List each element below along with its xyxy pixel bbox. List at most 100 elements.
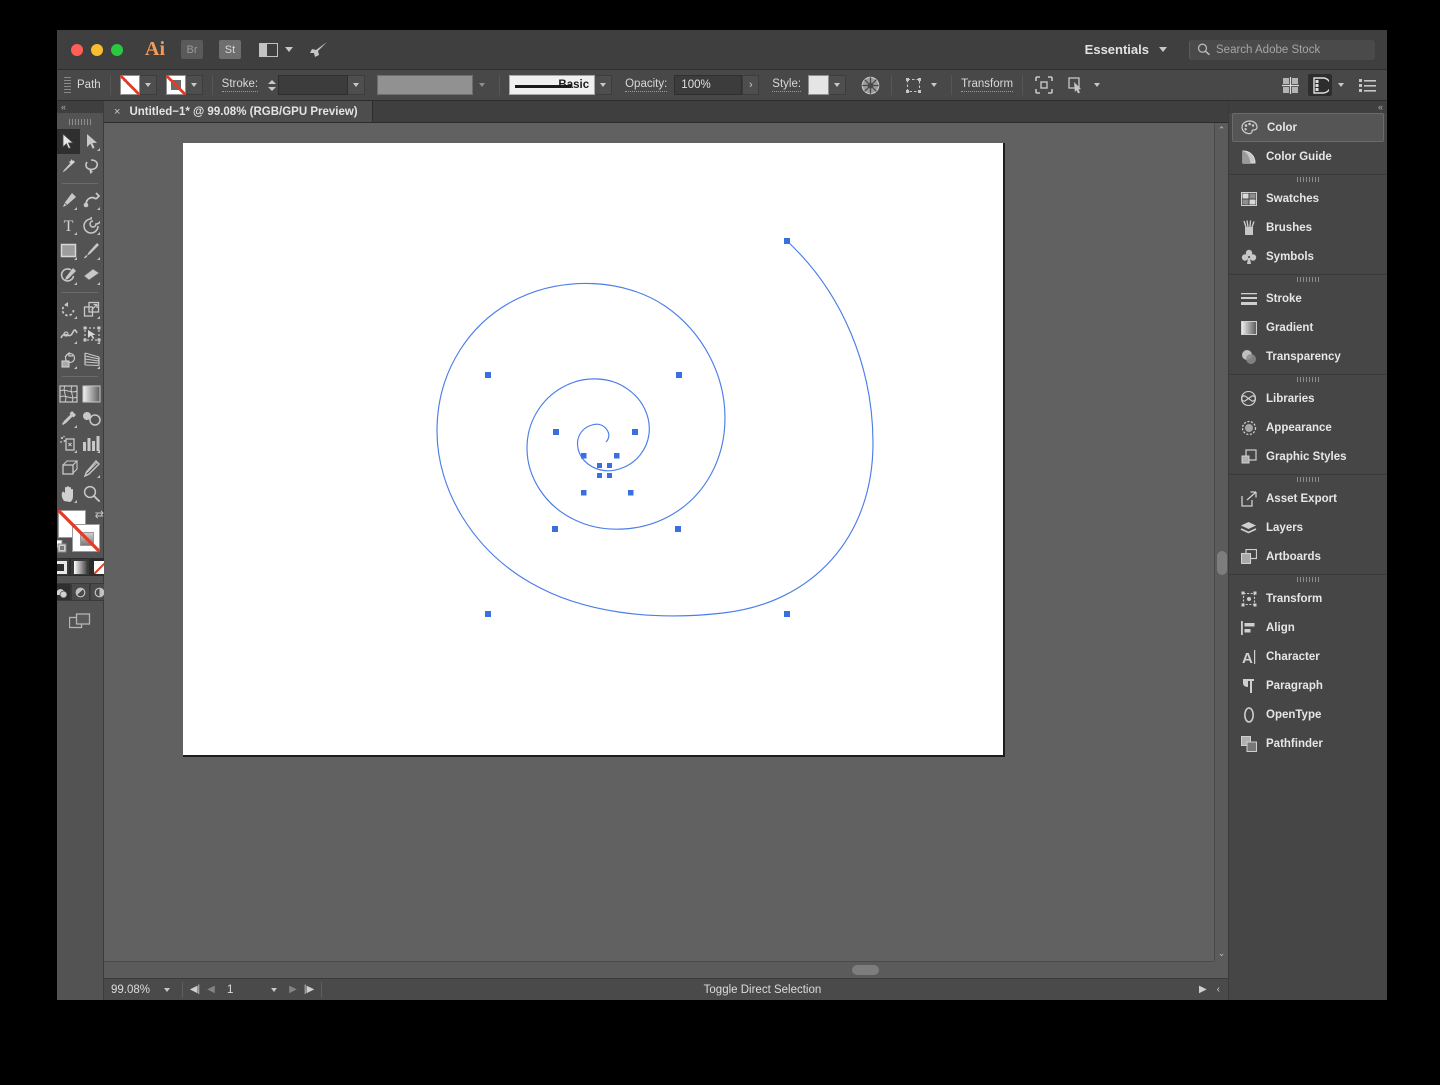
brush-definition-preview[interactable]: Basic bbox=[509, 75, 596, 95]
panel-item-paragraph[interactable]: Paragraph bbox=[1232, 671, 1384, 700]
workspace-switcher[interactable]: Essentials bbox=[1071, 42, 1181, 57]
status-collapse-button[interactable]: ‹ bbox=[1217, 984, 1220, 995]
selection-tool[interactable] bbox=[57, 129, 80, 154]
zoom-level-dropdown-button[interactable] bbox=[156, 987, 178, 992]
panel-item-stroke[interactable]: Stroke bbox=[1232, 284, 1384, 313]
panel-item-transform[interactable]: Transform bbox=[1232, 584, 1384, 613]
panel-item-color[interactable]: Color bbox=[1232, 113, 1384, 142]
direct-selection-tool[interactable] bbox=[80, 129, 103, 154]
variable-width-profile-control[interactable] bbox=[377, 75, 491, 95]
collapse-tools-button[interactable]: « bbox=[57, 101, 103, 113]
search-adobe-stock-input[interactable]: Search Adobe Stock bbox=[1189, 39, 1375, 60]
window-controls[interactable] bbox=[71, 43, 123, 56]
stock-button[interactable]: St bbox=[219, 40, 241, 59]
artboard-tool[interactable] bbox=[57, 456, 80, 481]
scale-tool[interactable] bbox=[80, 297, 103, 322]
properties-dropdown-button[interactable] bbox=[1332, 75, 1349, 95]
graphic-style-dropdown-button[interactable] bbox=[829, 75, 847, 95]
gradient-fill-button[interactable] bbox=[70, 558, 90, 576]
stroke-weight-dropdown-button[interactable] bbox=[348, 75, 366, 95]
color-fill-button[interactable] bbox=[57, 558, 70, 576]
expand-panels-button[interactable]: « bbox=[1229, 101, 1387, 113]
mesh-tool[interactable] bbox=[57, 381, 80, 406]
graphic-style-swatch[interactable] bbox=[808, 75, 830, 95]
line-segment-tool[interactable] bbox=[80, 213, 103, 238]
curvature-tool[interactable] bbox=[80, 188, 103, 213]
previous-artboard-button[interactable]: ◀ bbox=[203, 984, 219, 995]
select-similar-dropdown-button[interactable] bbox=[925, 75, 942, 95]
symbol-sprayer-tool[interactable] bbox=[57, 431, 80, 456]
stroke-weight-stepper[interactable] bbox=[266, 75, 277, 95]
brush-definition-control[interactable]: Basic bbox=[509, 75, 613, 95]
panel-item-opentype[interactable]: OpenType bbox=[1232, 700, 1384, 729]
blend-tool[interactable] bbox=[80, 406, 103, 431]
fill-color-control[interactable] bbox=[119, 75, 157, 95]
first-artboard-button[interactable]: ◀| bbox=[187, 984, 203, 995]
panel-item-pathfinder[interactable]: Pathfinder bbox=[1232, 729, 1384, 758]
horizontal-scrollbar[interactable] bbox=[104, 961, 1214, 978]
opacity-input[interactable]: 100% bbox=[674, 75, 743, 95]
document-tab[interactable]: × Untitled−1* @ 99.08% (RGB/GPU Preview) bbox=[104, 101, 373, 122]
panel-item-align[interactable]: Align bbox=[1232, 613, 1384, 642]
panel-group-grip[interactable] bbox=[1229, 175, 1387, 184]
recolor-artwork-button[interactable] bbox=[858, 74, 882, 96]
properties-panel-button[interactable] bbox=[1308, 74, 1332, 96]
stroke-color-control[interactable] bbox=[165, 75, 203, 95]
stroke-swatch-none[interactable] bbox=[165, 75, 186, 95]
rocket-icon[interactable] bbox=[309, 41, 329, 59]
tools-panel-grip[interactable] bbox=[69, 119, 91, 125]
artboard-number-input[interactable]: 1 bbox=[219, 984, 263, 996]
last-artboard-button[interactable]: |▶ bbox=[301, 984, 317, 995]
maximize-window-button[interactable] bbox=[111, 43, 123, 56]
edit-toolbar-dropdown-button[interactable] bbox=[1088, 75, 1105, 95]
type-tool[interactable]: T bbox=[57, 213, 80, 238]
panel-item-swatches[interactable]: Swatches bbox=[1232, 184, 1384, 213]
list-view-button[interactable] bbox=[1355, 74, 1379, 96]
swap-fill-stroke-icon[interactable]: ⇄ bbox=[95, 508, 104, 521]
graphic-style-control[interactable] bbox=[808, 75, 847, 95]
close-window-button[interactable] bbox=[71, 43, 83, 56]
panel-item-symbols[interactable]: Symbols bbox=[1232, 242, 1384, 271]
arrange-documents-button[interactable] bbox=[259, 42, 293, 57]
perspective-grid-tool[interactable] bbox=[80, 347, 103, 372]
brush-definition-dropdown-button[interactable] bbox=[595, 75, 613, 95]
edit-toolbar-button[interactable] bbox=[1064, 74, 1088, 96]
panel-item-asset-export[interactable]: Asset Export bbox=[1232, 484, 1384, 513]
zoom-level-input[interactable]: 99.08% bbox=[104, 984, 156, 996]
pen-tool[interactable] bbox=[57, 188, 80, 213]
paintbrush-tool[interactable] bbox=[80, 238, 103, 263]
panel-group-grip[interactable] bbox=[1229, 375, 1387, 384]
status-options-button[interactable]: ▶ bbox=[1199, 984, 1207, 995]
panel-item-layers[interactable]: Layers bbox=[1232, 513, 1384, 542]
stroke-dropdown-button[interactable] bbox=[185, 75, 203, 95]
width-profile-dropdown-button[interactable] bbox=[473, 75, 491, 95]
width-tool[interactable] bbox=[57, 322, 80, 347]
panel-item-graphic-styles[interactable]: Graphic Styles bbox=[1232, 442, 1384, 471]
rotate-tool[interactable] bbox=[57, 297, 80, 322]
scroll-down-icon[interactable]: ⌄ bbox=[1218, 949, 1226, 958]
canvas[interactable] bbox=[104, 123, 1214, 961]
fill-dropdown-button[interactable] bbox=[139, 75, 157, 95]
vertical-scrollbar-thumb[interactable] bbox=[1217, 551, 1227, 575]
isolate-selected-object-button[interactable] bbox=[1032, 74, 1056, 96]
artboard-navigation-dropdown-button[interactable] bbox=[263, 987, 285, 992]
close-tab-icon[interactable]: × bbox=[114, 106, 120, 118]
change-screen-mode-button[interactable] bbox=[68, 613, 91, 634]
bridge-button[interactable]: Br bbox=[181, 40, 203, 59]
magic-wand-tool[interactable] bbox=[57, 154, 80, 179]
panel-group-grip[interactable] bbox=[1229, 475, 1387, 484]
panel-item-brushes[interactable]: Brushes bbox=[1232, 213, 1384, 242]
zoom-tool[interactable] bbox=[80, 481, 103, 506]
lasso-tool[interactable] bbox=[80, 154, 103, 179]
rectangle-tool[interactable] bbox=[57, 238, 80, 263]
slice-tool[interactable] bbox=[80, 456, 103, 481]
control-bar-grip[interactable] bbox=[64, 76, 71, 94]
artboard[interactable] bbox=[183, 143, 1003, 755]
column-graph-tool[interactable] bbox=[80, 431, 103, 456]
opacity-options-button[interactable]: › bbox=[742, 75, 760, 95]
stroke-weight-input[interactable] bbox=[278, 75, 349, 95]
panel-group-grip[interactable] bbox=[1229, 575, 1387, 584]
panel-item-libraries[interactable]: Libraries bbox=[1232, 384, 1384, 413]
hand-tool[interactable] bbox=[57, 481, 80, 506]
eraser-tool[interactable] bbox=[80, 263, 103, 288]
